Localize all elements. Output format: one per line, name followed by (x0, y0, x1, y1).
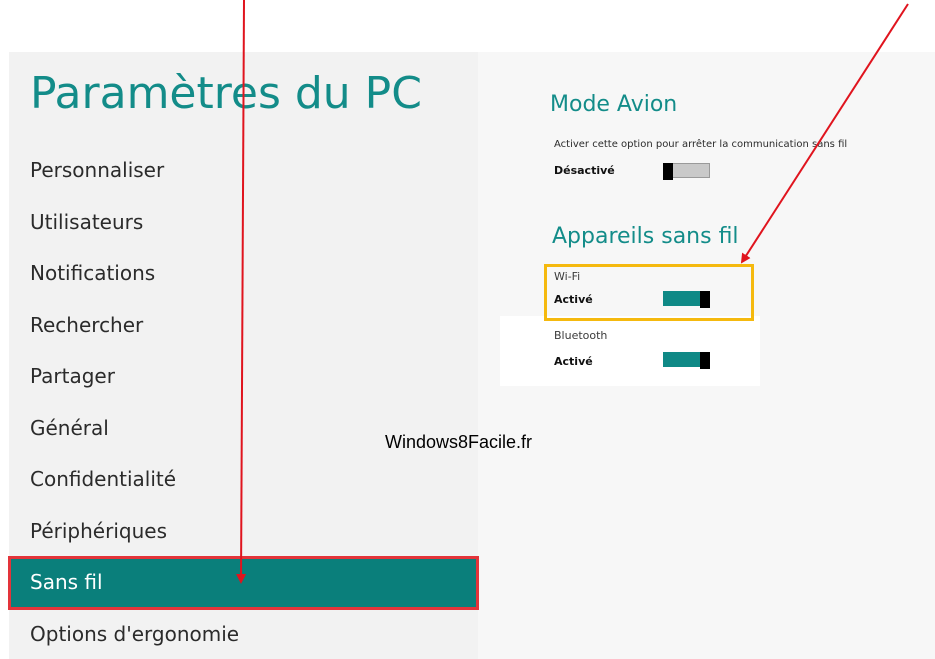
toggle-thumb (663, 163, 673, 180)
bluetooth-state: Activé (554, 355, 593, 368)
airplane-mode-description: Activer cette option pour arrêter la com… (554, 139, 848, 150)
sidebar-item-rechercher[interactable]: Rechercher (9, 300, 478, 352)
airplane-mode-state: Désactivé (554, 164, 615, 177)
settings-screen: Paramètres du PC Personnaliser Utilisate… (0, 0, 935, 659)
sidebar-item-personnaliser[interactable]: Personnaliser (9, 145, 478, 197)
sidebar-item-notifications[interactable]: Notifications (9, 248, 478, 300)
sidebar-item-peripheriques[interactable]: Périphériques (9, 506, 478, 558)
bluetooth-toggle[interactable] (663, 352, 710, 369)
sidebar-item-partager[interactable]: Partager (9, 351, 478, 403)
bluetooth-label: Bluetooth (554, 329, 608, 342)
page-title: Paramètres du PC (30, 68, 422, 119)
toggle-thumb (700, 352, 710, 369)
airplane-mode-toggle[interactable] (663, 163, 710, 180)
airplane-mode-heading: Mode Avion (550, 92, 678, 117)
bluetooth-panel-background (500, 316, 760, 386)
watermark: Windows8Facile.fr (385, 432, 533, 452)
wifi-highlight-box (544, 264, 754, 321)
sidebar-item-confidentialite[interactable]: Confidentialité (9, 454, 478, 506)
sidebar-item-options-ergonomie[interactable]: Options d'ergonomie (9, 609, 478, 659)
wireless-devices-heading: Appareils sans fil (552, 224, 739, 249)
sidebar-item-utilisateurs[interactable]: Utilisateurs (9, 197, 478, 249)
sidebar-nav: Personnaliser Utilisateurs Notifications… (8, 145, 479, 659)
sidebar-item-sans-fil[interactable]: Sans fil (8, 556, 479, 610)
